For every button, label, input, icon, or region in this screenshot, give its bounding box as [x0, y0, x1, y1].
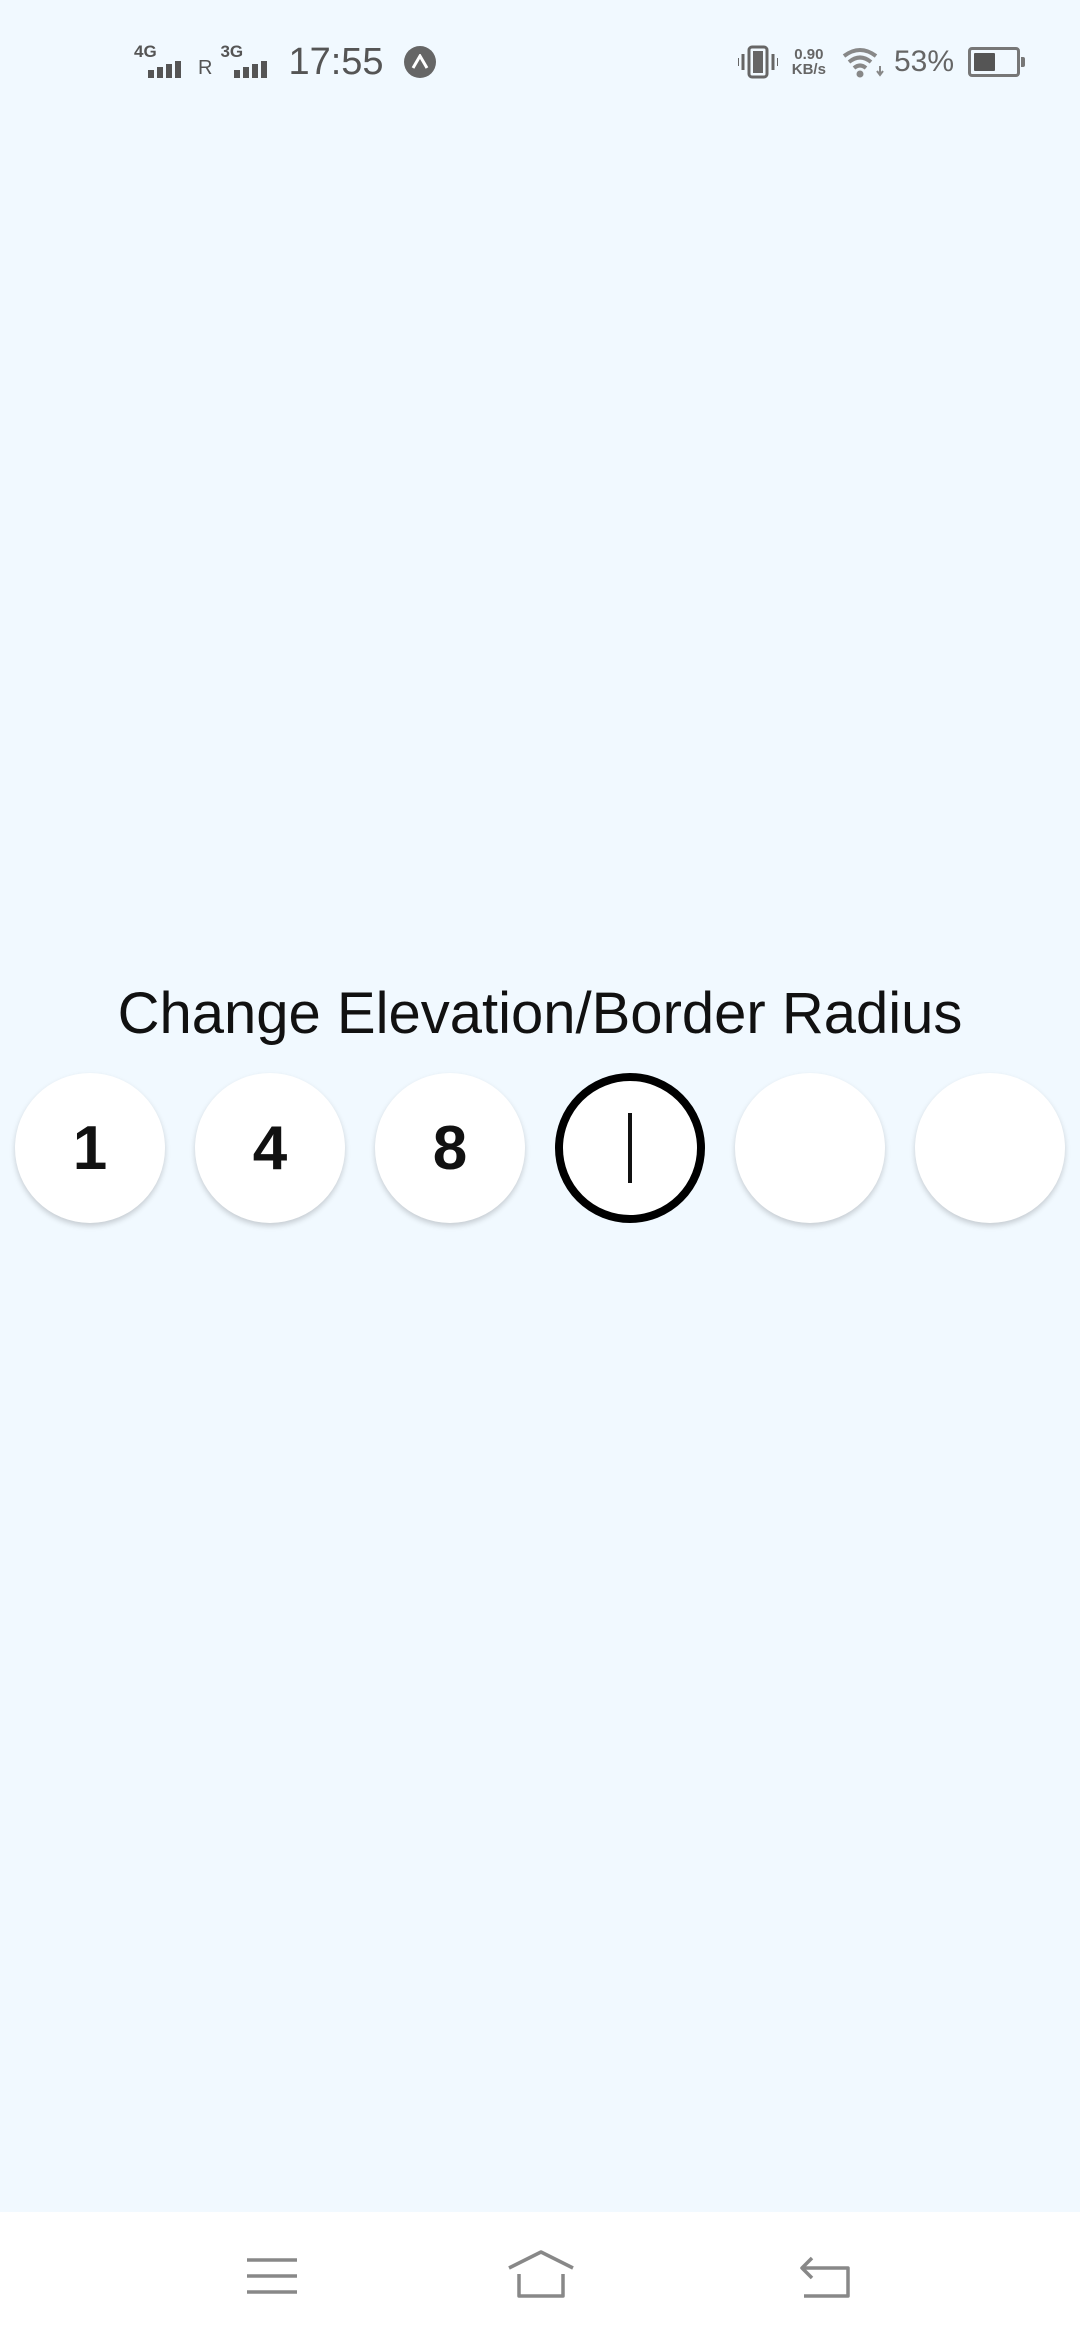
- navigation-bar: [0, 2212, 1080, 2340]
- status-right: 0.90 KB/s 53%: [737, 38, 1025, 86]
- elevation-option-1[interactable]: 1: [15, 1073, 165, 1223]
- menu-icon[interactable]: [242, 2246, 302, 2306]
- elevation-option-3[interactable]: 8: [375, 1073, 525, 1223]
- page-title: Change Elevation/Border Radius: [117, 981, 963, 1046]
- screen: 4G R 3G 17:55 0.90 KB/s 53% Change Eleva…: [0, 0, 1080, 2340]
- clock: 17:55: [288, 40, 384, 83]
- network-speed: 0.90 KB/s: [792, 47, 826, 77]
- network-type-1: 4G: [134, 42, 157, 61]
- roaming-indicator: R: [198, 56, 213, 79]
- status-bar: 4G R 3G 17:55 0.90 KB/s 53%: [0, 0, 1080, 120]
- battery-fill: [974, 53, 996, 71]
- network-type-2: 3G: [220, 42, 244, 61]
- status-left: 4G R 3G 17:55: [134, 38, 436, 86]
- signal-4g-icon: 4G: [134, 42, 190, 82]
- elevation-option-6[interactable]: [915, 1073, 1065, 1223]
- wifi-icon: [842, 48, 884, 78]
- battery-icon: [968, 47, 1025, 77]
- elevation-option-5[interactable]: [735, 1073, 885, 1223]
- elevation-input-active[interactable]: [555, 1073, 705, 1223]
- back-icon[interactable]: [796, 2246, 856, 2306]
- a-icon: [403, 46, 436, 78]
- home-icon[interactable]: [505, 2246, 577, 2306]
- speed-unit: KB/s: [791, 61, 826, 78]
- elevation-option-2[interactable]: 4: [195, 1073, 345, 1223]
- battery-percent: 53%: [893, 45, 954, 78]
- signal-3g-icon: 3G: [220, 42, 276, 82]
- speed-value: 0.90: [794, 46, 824, 63]
- vibrate-icon: [737, 45, 778, 79]
- text-cursor: [628, 1113, 632, 1183]
